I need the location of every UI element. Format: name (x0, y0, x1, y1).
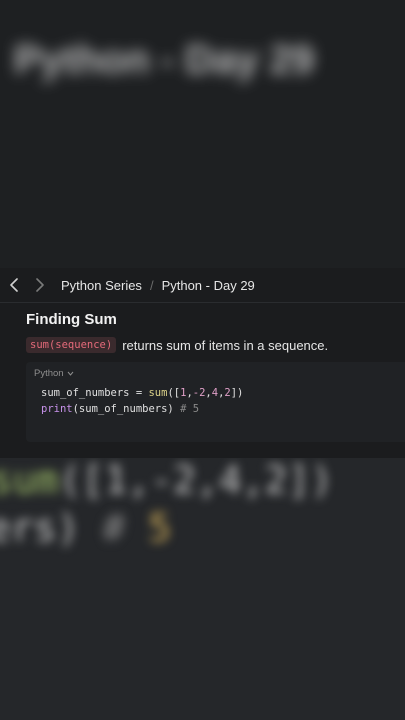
code-token: = (129, 387, 149, 399)
breadcrumb: Python Series / Python - Day 29 (0, 268, 405, 303)
chevron-down-icon (67, 371, 73, 376)
language-selector[interactable]: Python (34, 368, 74, 379)
blurred-code-comment: # (102, 506, 126, 550)
blurred-code-fn: sum (0, 458, 59, 502)
chevron-right-icon[interactable] (29, 274, 51, 296)
code-token: sum (148, 387, 168, 399)
code-line-2: print(sum_of_numbers) # 5 (41, 403, 199, 415)
chevron-left-icon[interactable] (3, 274, 25, 296)
code-token: -2 (192, 387, 206, 399)
blurred-code-args: ([1,-2,4,2]) (58, 458, 334, 502)
language-label: Python (34, 368, 64, 379)
blurred-code-value: 5 (148, 506, 172, 550)
code-token: sum_of_numbers (41, 387, 130, 399)
code-token: (sum_of_numbers) (72, 403, 174, 415)
breadcrumb-parent[interactable]: Python Series (61, 278, 142, 293)
blurred-code-line-1: sum([1,-2,4,2]) (0, 458, 333, 502)
blurred-background-top: Python - Day 29 (0, 0, 405, 268)
code-comment: # 5 (173, 403, 200, 415)
breadcrumb-current[interactable]: Python - Day 29 (162, 278, 255, 293)
code-token: print (41, 403, 73, 415)
description: sum(sequence) returns sum of items in a … (26, 337, 328, 353)
breadcrumb-separator: / (149, 277, 154, 293)
code-line-1: sum_of_numbers = sum([1,-2,4,2]) (41, 387, 243, 399)
code-token: ]) (230, 387, 244, 399)
inline-code: sum(sequence) (26, 337, 117, 353)
blurred-code-line-2: ers) # 5 (0, 506, 171, 550)
notes-panel: Python Series / Python - Day 29 Finding … (0, 268, 405, 458)
code-token: ([ (167, 387, 181, 399)
blurred-background-bottom: sum([1,-2,4,2]) ers) # 5 (0, 458, 405, 720)
section-heading: Finding Sum (26, 311, 117, 328)
blurred-title: Python - Day 29 (14, 38, 315, 82)
description-text: returns sum of items in a sequence. (122, 337, 329, 353)
code-block: Python sum_of_numbers = sum([1,-2,4,2]) … (26, 362, 405, 442)
blurred-code-start: ers) (0, 506, 80, 550)
